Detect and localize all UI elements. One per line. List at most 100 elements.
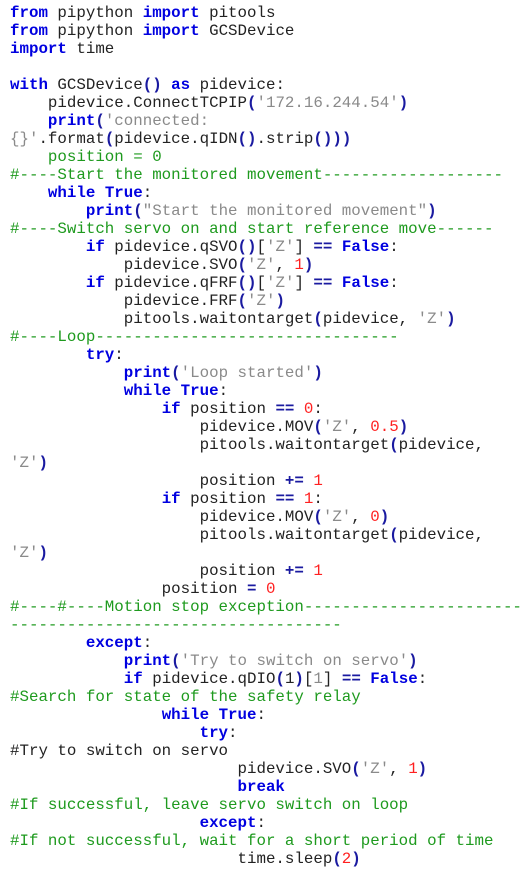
code-line: from pipython import GCSDevice xyxy=(10,22,522,40)
operator-token: ( xyxy=(332,850,342,868)
text-token: position xyxy=(10,562,285,580)
code-line: from pipython import pitools xyxy=(10,4,522,22)
code-line: if position == 0: xyxy=(10,400,522,418)
number-token: 1 xyxy=(303,490,314,508)
operator-token: == xyxy=(275,490,295,508)
text-token: pidevice.MOV xyxy=(10,508,314,526)
text-token: pitools xyxy=(199,4,276,22)
operator-token: ( xyxy=(351,760,361,778)
code-line: try: xyxy=(10,724,522,742)
text-token: : xyxy=(114,346,124,364)
code-line: time.sleep(2) xyxy=(10,850,522,868)
code-line: if position == 1: xyxy=(10,490,522,508)
operator-token: += xyxy=(284,472,304,490)
operator-token: ( xyxy=(389,526,399,544)
keyword-token: from xyxy=(10,4,48,22)
code-line: print('connected: xyxy=(10,112,522,130)
text-token: pidevice, xyxy=(398,436,484,454)
operator-token: ( xyxy=(389,436,399,454)
code-line: {}'.format(pidevice.qIDN().strip())) xyxy=(10,130,522,148)
text-token: ] xyxy=(322,670,342,688)
operator-token: ( xyxy=(313,508,323,526)
code-line: pidevice.SVO('Z', 1) xyxy=(10,760,522,778)
code-line: try: xyxy=(10,346,522,364)
code-line: break xyxy=(10,778,522,796)
string-token: 'Z' xyxy=(10,454,39,472)
string-token: {}' xyxy=(10,130,39,148)
keyword-token: except xyxy=(85,634,143,652)
code-line: while True: xyxy=(10,382,522,400)
comment-token: #----#----Motion stop exception---------… xyxy=(10,598,522,616)
code-line: pitools.waitontarget(pidevice, xyxy=(10,436,522,454)
operator-token: == xyxy=(313,274,333,292)
keyword-token: as xyxy=(171,76,191,94)
text-token: , xyxy=(351,508,371,526)
number-token: 1 xyxy=(313,562,323,580)
code-editor: from pipython import pitools from pipytho… xyxy=(10,4,522,868)
text-token: [ xyxy=(256,238,266,256)
comment-token: #----Switch servo on and start reference… xyxy=(10,220,494,238)
operator-token: ) xyxy=(427,202,437,220)
text-token: : xyxy=(256,814,266,832)
operator-token: () xyxy=(142,76,162,94)
text-token: position xyxy=(10,580,247,598)
operator-token: == xyxy=(341,670,361,688)
string-token: 'Loop started' xyxy=(180,364,314,382)
number-token: 1 xyxy=(408,760,418,778)
code-line: ----------------------------------- xyxy=(10,616,522,634)
text-token: : xyxy=(256,706,266,724)
text-token: : xyxy=(142,634,153,652)
comment-token: #----Loop-------------------------------… xyxy=(10,328,399,346)
keyword-token: while xyxy=(161,706,210,724)
code-line: #----Start the monitored movement-------… xyxy=(10,166,522,184)
keyword-token: if xyxy=(161,400,181,418)
string-token: 'Try to switch on servo' xyxy=(180,652,409,670)
keyword-token: False xyxy=(341,274,390,292)
text-token: pitools.waitontarget xyxy=(10,526,390,544)
operator-token: ) xyxy=(38,454,48,472)
number-token: 0 xyxy=(303,400,314,418)
text-token: : xyxy=(417,670,428,688)
text-token: ] xyxy=(294,238,314,256)
code-line: #----#----Motion stop exception---------… xyxy=(10,598,522,616)
code-line: if pidevice.qSVO()['Z'] == False: xyxy=(10,238,522,256)
text-token: ] xyxy=(294,274,314,292)
string-token: 'Z' xyxy=(322,508,352,526)
text-token: pidevice.MOV xyxy=(10,418,314,436)
text-token: , xyxy=(389,760,409,778)
operator-token: ( xyxy=(171,364,181,382)
keyword-token: True xyxy=(218,706,257,724)
keyword-token: while xyxy=(47,184,96,202)
comment-token: #If not successful, wait for a short per… xyxy=(10,832,494,850)
text-token: : xyxy=(313,490,323,508)
keyword-token: import xyxy=(142,22,200,40)
text-token: pidevice.qFRF xyxy=(104,274,238,292)
code-line: #----Loop-------------------------------… xyxy=(10,328,522,346)
keyword-token: import xyxy=(10,40,67,58)
keyword-token: try xyxy=(85,346,115,364)
operator-token: == xyxy=(313,238,333,256)
operator-token: ) xyxy=(398,94,409,112)
operator-token: ( xyxy=(313,418,323,436)
text-token: pidevice.SVO xyxy=(10,760,352,778)
code-line: #Try to switch on servo xyxy=(10,742,522,760)
text-token: [ xyxy=(256,274,266,292)
number-token: 0 xyxy=(370,508,380,526)
code-line: position = 0 xyxy=(10,148,522,166)
code-line: print('Loop started') xyxy=(10,364,522,382)
text-token: position xyxy=(180,400,276,418)
text-token: pidevice, xyxy=(322,310,418,328)
code-line: pidevice.MOV('Z', 0.5) xyxy=(10,418,522,436)
text-token: pitools.waitontarget xyxy=(10,310,314,328)
